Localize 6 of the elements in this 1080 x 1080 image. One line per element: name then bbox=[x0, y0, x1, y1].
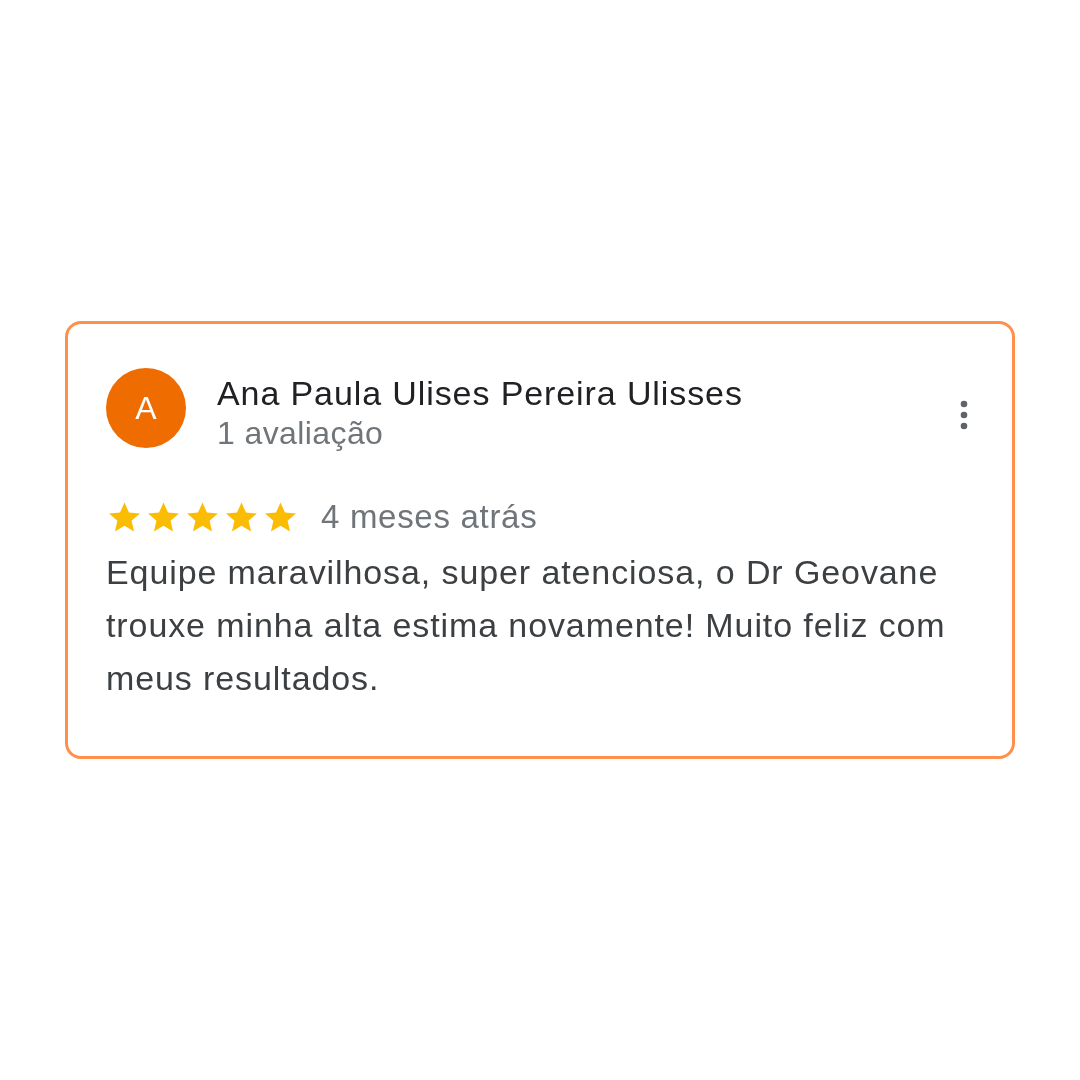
avatar: A bbox=[106, 368, 186, 448]
review-time: 4 meses atrás bbox=[321, 498, 538, 536]
reviewer-name: Ana Paula Ulises Pereira Ulisses bbox=[217, 373, 744, 414]
review-count: 1 avaliação bbox=[217, 414, 385, 452]
review-text: Equipe maravilhosa, super atenciosa, o Dr Geovane trouxe minha alta estima novamente! Muito feliz com meus resultados. bbox=[106, 552, 947, 699]
more-vertical-icon bbox=[960, 400, 968, 430]
